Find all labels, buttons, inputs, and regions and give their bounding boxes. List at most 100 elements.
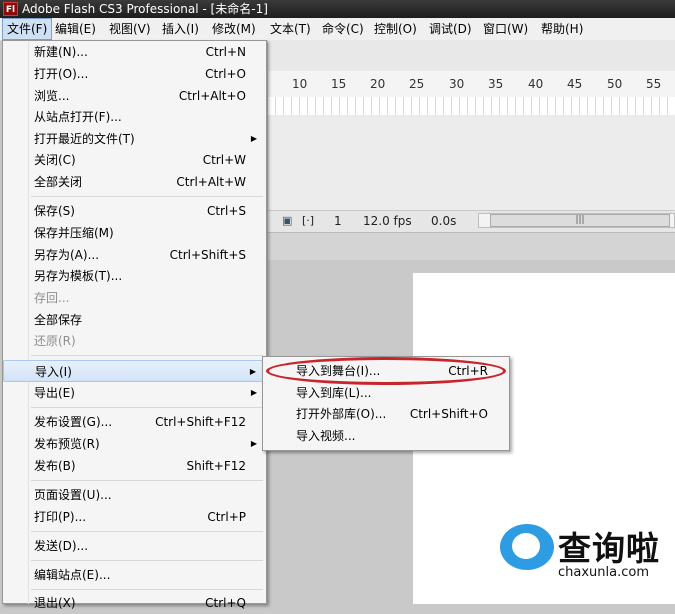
- menu-item-shortcut: Ctrl+Shift+F12: [155, 415, 246, 429]
- menu-item-shortcut: Ctrl+O: [205, 67, 246, 81]
- menu-item-label: 还原(R): [34, 334, 76, 348]
- menu-item-label: 打开外部库(O)...: [296, 407, 387, 421]
- menu-item-label: 打印(P)...: [34, 510, 87, 524]
- menu-window[interactable]: 窗口(W): [479, 18, 532, 40]
- menu-help[interactable]: 帮助(H): [537, 18, 587, 40]
- menu-item-check-in: 存回...: [3, 287, 263, 309]
- menu-item-save-as[interactable]: 另存为(A)... Ctrl+Shift+S: [3, 244, 263, 266]
- frame-rate: 12.0 fps: [363, 214, 412, 228]
- menu-edit[interactable]: 编辑(E): [51, 18, 100, 40]
- menu-item-publish[interactable]: 发布(B) Shift+F12: [3, 455, 263, 477]
- menu-item-shortcut: Ctrl+Alt+O: [178, 89, 246, 103]
- ruler-number: 15: [331, 77, 347, 91]
- menu-separator: [31, 480, 263, 481]
- ruler-number: 50: [607, 77, 623, 91]
- menu-modify[interactable]: 修改(M): [208, 18, 260, 40]
- scrollbar-thumb[interactable]: |||: [490, 214, 670, 227]
- menu-control[interactable]: 控制(O): [370, 18, 421, 40]
- menu-text[interactable]: 文本(T): [266, 18, 315, 40]
- menu-item-shortcut: Ctrl+Q: [205, 596, 246, 610]
- menu-item-save-as-template[interactable]: 另存为模板(T)...: [3, 265, 263, 287]
- submenu-arrow-icon: ▶: [249, 367, 256, 376]
- submenu-arrow-icon: ▶: [250, 134, 257, 143]
- submenu-item-open-external-library[interactable]: 打开外部库(O)... Ctrl+Shift+O: [265, 403, 508, 425]
- menu-item-label: 导入到库(L)...: [296, 386, 372, 400]
- menu-item-label: 保存(S): [34, 204, 75, 218]
- timeline-header: [268, 40, 675, 72]
- frame-ruler: 10 15 20 25 30 35 40 45 50 55: [268, 71, 675, 97]
- menu-item-label: 页面设置(U)...: [34, 488, 112, 502]
- menu-item-label: 存回...: [34, 291, 70, 305]
- highlight-ring-annotation: [266, 357, 506, 385]
- menu-item-shortcut: Ctrl+Shift+O: [409, 407, 488, 421]
- menu-item-label: 导入(I): [35, 365, 72, 379]
- menu-item-save[interactable]: 保存(S) Ctrl+S: [3, 200, 263, 222]
- menu-debug[interactable]: 调试(D): [425, 18, 476, 40]
- submenu-arrow-icon: ▶: [250, 439, 257, 448]
- menu-item-label: 发布(B): [34, 459, 76, 473]
- menu-bar: 文件(F) 编辑(E) 视图(V) 插入(I) 修改(M) 文本(T) 命令(C…: [0, 18, 675, 41]
- menu-item-label: 保存并压缩(M): [34, 226, 114, 240]
- menu-separator: [31, 531, 263, 532]
- edit-multiple-frames-icon[interactable]: [·]: [302, 214, 314, 227]
- ruler-number: 55: [646, 77, 662, 91]
- menu-item-exit[interactable]: 退出(X) Ctrl+Q: [3, 592, 263, 614]
- menu-insert[interactable]: 插入(I): [158, 18, 203, 40]
- menu-item-send[interactable]: 发送(D)...: [3, 535, 263, 557]
- title-bar: Fl Adobe Flash CS3 Professional - [未命名-1…: [0, 0, 675, 18]
- menu-commands[interactable]: 命令(C): [318, 18, 368, 40]
- menu-item-label: 从站点打开(F)...: [34, 110, 122, 124]
- menu-item-shortcut: Ctrl+W: [202, 153, 246, 167]
- menu-item-open-recent[interactable]: 打开最近的文件(T) ▶: [3, 128, 263, 150]
- menu-separator: [31, 560, 263, 561]
- menu-item-label: 全部关闭: [34, 175, 83, 189]
- menu-item-page-setup[interactable]: 页面设置(U)...: [3, 484, 263, 506]
- menu-view[interactable]: 视图(V): [105, 18, 155, 40]
- menu-item-label: 另存为(A)...: [34, 248, 100, 262]
- watermark-domain: chaxunla.com: [558, 565, 649, 580]
- menu-item-close-all[interactable]: 全部关闭 Ctrl+Alt+W: [3, 171, 263, 193]
- ruler-number: 40: [528, 77, 544, 91]
- menu-item-label: 另存为模板(T)...: [34, 269, 123, 283]
- menu-item-publish-preview[interactable]: 发布预览(R) ▶: [3, 433, 263, 455]
- submenu-arrow-icon: ▶: [250, 388, 257, 397]
- onion-skin-icon[interactable]: ▣: [282, 214, 292, 227]
- menu-item-label: 打开最近的文件(T): [34, 132, 135, 146]
- menu-item-save-all[interactable]: 全部保存: [3, 309, 263, 331]
- watermark-q-icon-hole: [512, 533, 540, 559]
- menu-item-label: 全部保存: [34, 313, 83, 327]
- menu-item-edit-sites[interactable]: 编辑站点(E)...: [3, 564, 263, 586]
- submenu-item-import-to-library[interactable]: 导入到库(L)...: [265, 382, 508, 404]
- menu-item-import[interactable]: 导入(I) ▶: [3, 360, 263, 382]
- menu-item-label: 新建(N)...: [34, 45, 88, 59]
- submenu-item-import-video[interactable]: 导入视频...: [265, 425, 508, 447]
- menu-item-open[interactable]: 打开(O)... Ctrl+O: [3, 63, 263, 85]
- menu-item-shortcut: Ctrl+Shift+S: [169, 248, 246, 262]
- ruler-number: 45: [567, 77, 583, 91]
- menu-item-open-from-site[interactable]: 从站点打开(F)...: [3, 106, 263, 128]
- ruler-number: 25: [409, 77, 425, 91]
- elapsed-time: 0.0s: [431, 214, 457, 228]
- menu-item-label: 导出(E): [34, 386, 75, 400]
- menu-item-shortcut: Ctrl+S: [206, 204, 246, 218]
- menu-item-label: 发送(D)...: [34, 539, 89, 553]
- menu-item-save-compact[interactable]: 保存并压缩(M): [3, 222, 263, 244]
- menu-item-close[interactable]: 关闭(C) Ctrl+W: [3, 149, 263, 171]
- frame-cells[interactable]: [268, 97, 675, 115]
- menu-separator: [31, 355, 263, 356]
- menu-item-new[interactable]: 新建(N)... Ctrl+N: [3, 41, 263, 63]
- menu-item-label: 导入视频...: [296, 429, 356, 443]
- menu-separator: [31, 589, 263, 590]
- menu-separator: [31, 196, 263, 197]
- menu-item-label: 关闭(C): [34, 153, 76, 167]
- menu-item-publish-settings[interactable]: 发布设置(G)... Ctrl+Shift+F12: [3, 411, 263, 433]
- menu-item-export[interactable]: 导出(E) ▶: [3, 382, 263, 404]
- menu-item-print[interactable]: 打印(P)... Ctrl+P: [3, 506, 263, 528]
- ruler-number: 30: [449, 77, 465, 91]
- menu-item-browse[interactable]: 浏览... Ctrl+Alt+O: [3, 85, 263, 107]
- menu-item-label: 退出(X): [34, 596, 76, 610]
- menu-file[interactable]: 文件(F): [2, 18, 53, 40]
- menu-item-shortcut: Ctrl+N: [205, 45, 246, 59]
- ruler-number: 35: [488, 77, 504, 91]
- window-title: Adobe Flash CS3 Professional - [未命名-1]: [22, 2, 268, 16]
